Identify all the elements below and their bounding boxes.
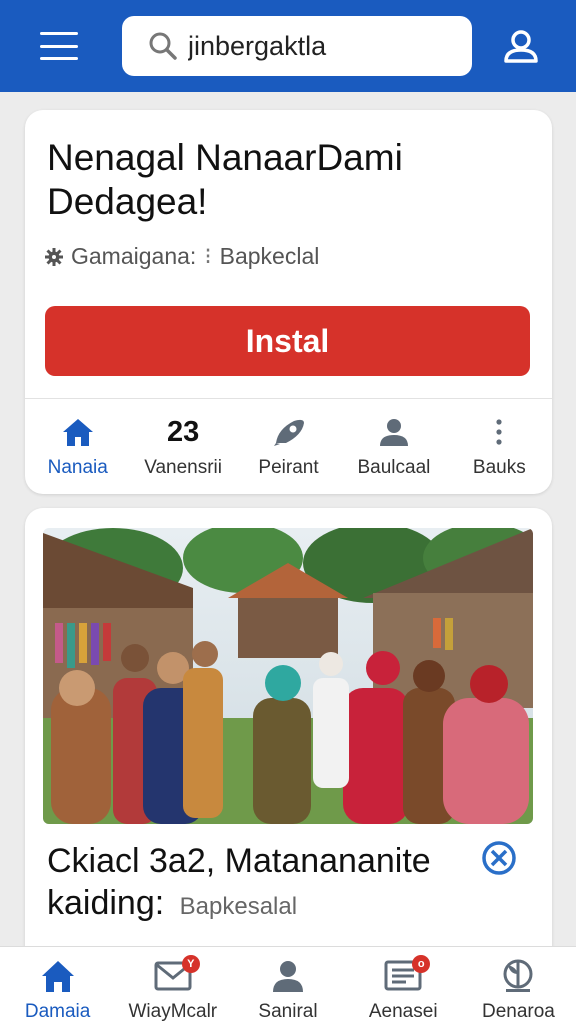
stat-rocket[interactable]: Peirant [236,399,341,494]
home-icon [62,419,93,446]
user-icon [504,30,538,63]
nav-label: Damaia [24,1001,91,1022]
top-app-bar [0,0,576,92]
post-photo[interactable] [43,528,533,824]
post-title: Ckiacl 3a2, Matanananite kaiding: Bapkes… [47,840,477,928]
community-gathering-photo [43,528,533,824]
nav-item-profile[interactable]: Saniral [230,947,345,1024]
stat-user[interactable]: Baulcaal [341,399,446,494]
nav-item-news[interactable]: o Aenasei [346,947,461,1024]
install-button[interactable]: Instal [45,306,530,376]
app-title: Nenagal NanaarDami Dedagea! [47,137,403,222]
app-stats-row: Nanaia 23 Vanensrii Peirant Baulcaal Bau… [25,398,552,494]
nav-item-globe[interactable]: Denaroa [461,947,576,1024]
user-icon [273,961,303,992]
nav-label: Aenasei [368,1001,438,1022]
nav-label: WiayMcalr [128,1001,218,1022]
verified-button[interactable] [481,840,517,876]
gear-icon [45,247,63,266]
app-card: Nenagal NanaarDami Dedagea! Gamaigana: ⁝… [25,110,552,494]
nav-item-mail[interactable]: Y WiayMcalr [115,947,230,1024]
stat-count-value: 23 [166,416,200,448]
menu-button[interactable] [40,32,78,60]
stat-label: Peirant [258,457,319,478]
meta-label: Gamaigana: [71,243,197,269]
rocket-icon [273,419,304,446]
stat-label: Bauks [472,457,526,478]
app-meta: Gamaigana: ⁝ Bapkeclal [45,243,319,270]
search-input[interactable] [188,30,448,62]
search-icon [149,32,177,60]
stat-count[interactable]: 23 Vanensrii [130,399,235,494]
post-subtitle: Bapkesalal [179,893,298,920]
home-icon [41,961,74,992]
search-box[interactable] [122,16,472,76]
hamburger-icon [40,32,78,35]
notification-badge: Y [181,955,200,973]
meta-separator: ⁝ [204,243,212,269]
stat-label: Vanensrii [144,457,223,478]
stat-more[interactable]: Bauks [447,399,552,494]
nav-item-home[interactable]: Damaia [0,947,115,1024]
stat-home[interactable]: Nanaia [25,399,130,494]
bottom-navigation: Damaia Y WiayMcalr Saniral o Aenasei Den… [0,946,576,1024]
globe-icon [503,959,533,992]
nav-label: Saniral [258,1001,318,1022]
meta-value: Bapkeclal [219,243,320,269]
more-icon [496,419,502,445]
nav-label: Denaroa [481,1001,555,1022]
stat-label: Baulcaal [357,457,431,478]
verified-icon [482,841,516,875]
notification-badge: o [412,955,431,973]
stat-label: Nanaia [47,457,108,478]
post-card: Ckiacl 3a2, Matanananite kaiding: Bapkes… [25,508,552,968]
user-icon [379,419,408,446]
profile-button[interactable] [502,28,540,64]
